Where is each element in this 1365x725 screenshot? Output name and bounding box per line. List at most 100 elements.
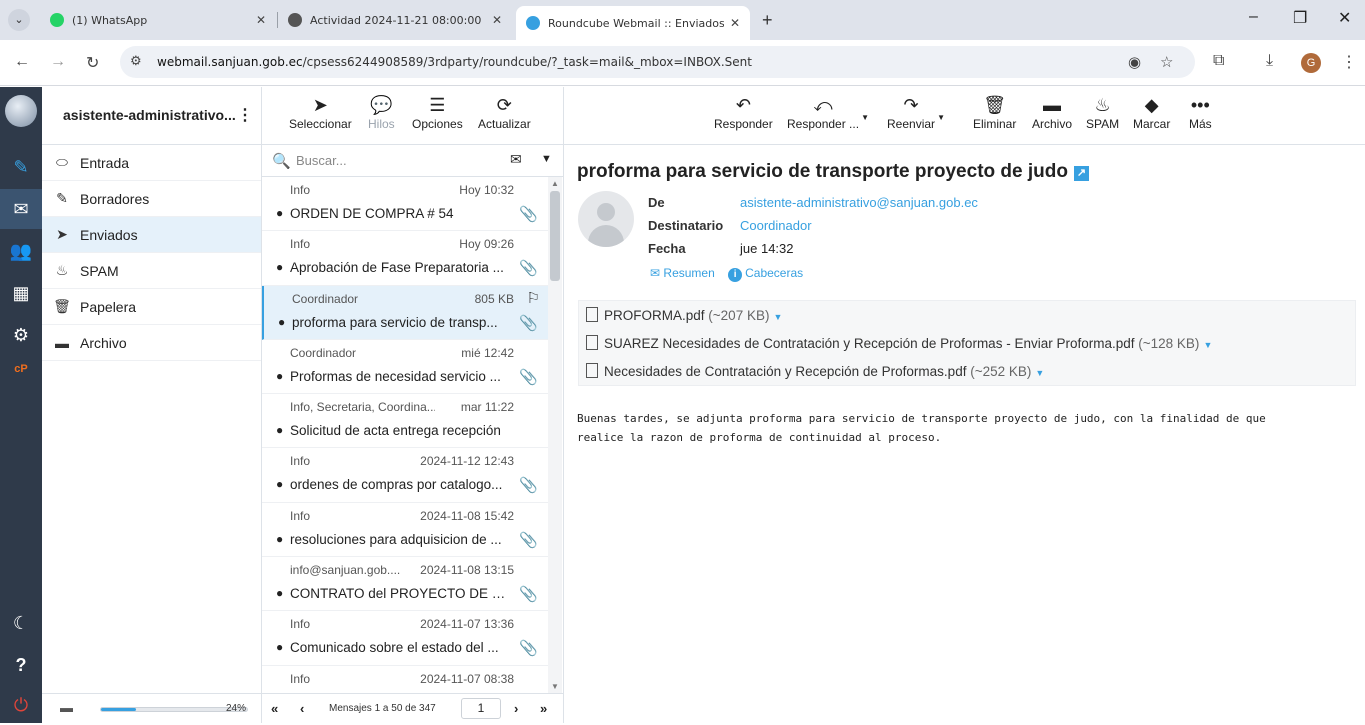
- folder-entrada[interactable]: ⬭ Entrada: [42, 145, 261, 181]
- tab-whatsapp[interactable]: (1) WhatsApp ✕: [40, 6, 276, 34]
- forward-label: Reenviar: [887, 117, 936, 131]
- close-window-icon[interactable]: ✕: [1338, 8, 1351, 28]
- attachment-item[interactable]: Necesidades de Contratación y Recepción …: [586, 363, 1044, 379]
- search-input[interactable]: Buscar...: [296, 153, 347, 168]
- compose-icon[interactable]: ✎: [0, 147, 42, 187]
- roundcube-logo[interactable]: [5, 95, 37, 127]
- help-icon[interactable]: ?: [0, 645, 42, 685]
- open-external-icon[interactable]: ↗: [1073, 166, 1089, 181]
- select-button[interactable]: ➤ Seleccionar: [289, 93, 352, 131]
- back-icon[interactable]: ←: [14, 53, 30, 71]
- search-bar: 🔍 Buscar... ✉ ▼: [262, 145, 563, 177]
- summary-link[interactable]: Resumen: [663, 266, 714, 280]
- refresh-button[interactable]: ⟳ Actualizar: [478, 93, 531, 131]
- star-icon[interactable]: ☆: [1160, 53, 1173, 71]
- pdf-file-icon: [586, 363, 598, 378]
- envelope-icon[interactable]: ✉: [510, 151, 522, 168]
- close-icon[interactable]: ✕: [730, 16, 740, 30]
- list-item[interactable]: info@sanjuan.gob.... 2024-11-08 13:15 ● …: [262, 557, 548, 612]
- profile-avatar[interactable]: G: [1301, 53, 1321, 73]
- folder-label: Entrada: [80, 154, 130, 171]
- attachment-item[interactable]: PROFORMA.pdf (~207 KB) ▼: [586, 307, 782, 323]
- download-icon[interactable]: ⤓: [1266, 52, 1273, 70]
- url-field[interactable]: ⚙ webmail.sanjuan.gob.ec/cpsess624490858…: [120, 46, 1195, 78]
- archive-button[interactable]: ▬ Archivo: [1032, 93, 1072, 131]
- attachment-item[interactable]: SUAREZ Necesidades de Contratación y Rec…: [586, 335, 1212, 351]
- mark-button[interactable]: ◆ Marcar: [1133, 93, 1170, 131]
- reply-button[interactable]: ↶ Responder: [714, 93, 773, 131]
- minimize-icon[interactable]: –: [1249, 8, 1258, 26]
- browser-menu-icon[interactable]: ⋮: [1341, 52, 1357, 72]
- more-button[interactable]: ••• Más: [1189, 93, 1212, 131]
- site-settings-icon[interactable]: ⚙: [130, 53, 142, 69]
- fire-icon: ♨: [55, 262, 69, 278]
- chevron-down-icon[interactable]: ▼: [541, 153, 552, 165]
- calendar-icon[interactable]: ▦: [0, 273, 42, 313]
- list-scrollbar[interactable]: ▲ ▼: [548, 177, 562, 693]
- tab-actividad[interactable]: Actividad 2024-11-21 08:00:00 ✕: [278, 6, 512, 34]
- cpanel-icon[interactable]: cP: [0, 349, 42, 389]
- pdf-file-icon: [586, 335, 598, 350]
- list-item[interactable]: Info 2024-11-08 15:42 ● resoluciones par…: [262, 503, 548, 558]
- reply-all-button[interactable]: ⤺ Responder ... ▼: [787, 93, 869, 131]
- chevron-down-icon[interactable]: ▼: [937, 113, 945, 122]
- sliders-icon: ☰: [429, 95, 446, 115]
- forward-button[interactable]: ↷ Reenviar ▼: [887, 93, 945, 131]
- contacts-icon[interactable]: 👥: [0, 231, 42, 271]
- chevron-down-icon[interactable]: ▼: [1035, 368, 1044, 378]
- close-icon[interactable]: ✕: [492, 13, 502, 27]
- browser-tab-bar: ⌄ (1) WhatsApp ✕ Actividad 2024-11-21 08…: [0, 0, 1365, 40]
- tab-search-icon[interactable]: ⌄: [8, 9, 30, 31]
- scroll-up-icon[interactable]: ▲: [551, 179, 559, 188]
- folder-enviados[interactable]: ➤ Enviados: [42, 217, 261, 253]
- dark-mode-icon[interactable]: ☾: [0, 603, 42, 643]
- account-menu-icon[interactable]: ⋮: [237, 105, 253, 125]
- chevron-down-icon[interactable]: ▼: [773, 312, 782, 322]
- folder-archivo[interactable]: ▬ Archivo: [42, 325, 261, 361]
- to-address[interactable]: Coordinador: [740, 218, 812, 233]
- message-from: Info: [290, 617, 311, 632]
- close-icon[interactable]: ✕: [256, 13, 266, 27]
- eye-icon[interactable]: ◉: [1128, 53, 1141, 71]
- forward-icon[interactable]: →: [50, 53, 66, 71]
- flag-icon[interactable]: ⚐: [527, 289, 540, 307]
- logout-icon[interactable]: ⏻: [0, 685, 42, 725]
- restore-icon[interactable]: ❐: [1293, 8, 1307, 28]
- list-item[interactable]: Info Hoy 10:32 ● ORDEN DE COMPRA # 54 📎: [262, 177, 548, 232]
- chevron-down-icon[interactable]: ▼: [861, 113, 869, 122]
- tab-roundcube[interactable]: Roundcube Webmail :: Enviados ✕: [516, 6, 750, 40]
- page-number-input[interactable]: 1: [461, 698, 501, 719]
- folder-papelera[interactable]: 🗑 Papelera: [42, 289, 261, 325]
- list-item[interactable]: Info 2024-11-12 12:43 ● ordenes de compr…: [262, 448, 548, 503]
- spam-button[interactable]: ♨ SPAM: [1086, 93, 1119, 131]
- chevron-down-icon[interactable]: ▼: [1203, 340, 1212, 350]
- from-address[interactable]: asistente-administrativo@sanjuan.gob.ec: [740, 195, 978, 210]
- message-date: 2024-11-12 12:43: [420, 454, 514, 469]
- list-item[interactable]: Info Hoy 09:26 ● Aprobación de Fase Prep…: [262, 231, 548, 286]
- next-page-icon[interactable]: ›: [514, 701, 518, 716]
- headers-link[interactable]: Cabeceras: [745, 266, 803, 280]
- list-item[interactable]: Info 2024-11-07 08:38: [262, 666, 548, 693]
- first-page-icon[interactable]: «: [271, 701, 278, 716]
- mail-icon[interactable]: ✉: [0, 189, 42, 229]
- list-item[interactable]: Info 2024-11-07 13:36 ● Comunicado sobre…: [262, 611, 548, 666]
- folder-borradores[interactable]: ✎ Borradores: [42, 181, 261, 217]
- search-icon[interactable]: 🔍: [272, 152, 291, 170]
- scrollbar-thumb[interactable]: [550, 191, 560, 281]
- message-subject: Comunicado sobre el estado del ...: [290, 640, 499, 656]
- reload-icon[interactable]: ↻: [86, 53, 99, 73]
- last-page-icon[interactable]: »: [540, 701, 547, 716]
- list-item[interactable]: Coordinador mié 12:42 ● Proformas de nec…: [262, 340, 548, 395]
- attachment-size: (~252 KB): [970, 364, 1032, 379]
- prev-page-icon[interactable]: ‹: [300, 701, 304, 716]
- list-item[interactable]: Coordinador 805 KB ⚐ ● proforma para ser…: [262, 285, 548, 340]
- delete-button[interactable]: 🗑 Eliminar: [973, 93, 1016, 131]
- threads-button[interactable]: 💬 Hilos: [368, 93, 395, 131]
- new-tab-icon[interactable]: +: [762, 10, 773, 31]
- message-from: Info, Secretaria, Coordina...: [290, 400, 435, 415]
- list-item[interactable]: Info, Secretaria, Coordina... mar 11:22 …: [262, 394, 548, 449]
- scroll-down-icon[interactable]: ▼: [551, 682, 559, 691]
- options-button[interactable]: ☰ Opciones: [412, 93, 463, 131]
- folder-spam[interactable]: ♨ SPAM: [42, 253, 261, 289]
- extensions-icon[interactable]: ⧉: [1213, 52, 1224, 70]
